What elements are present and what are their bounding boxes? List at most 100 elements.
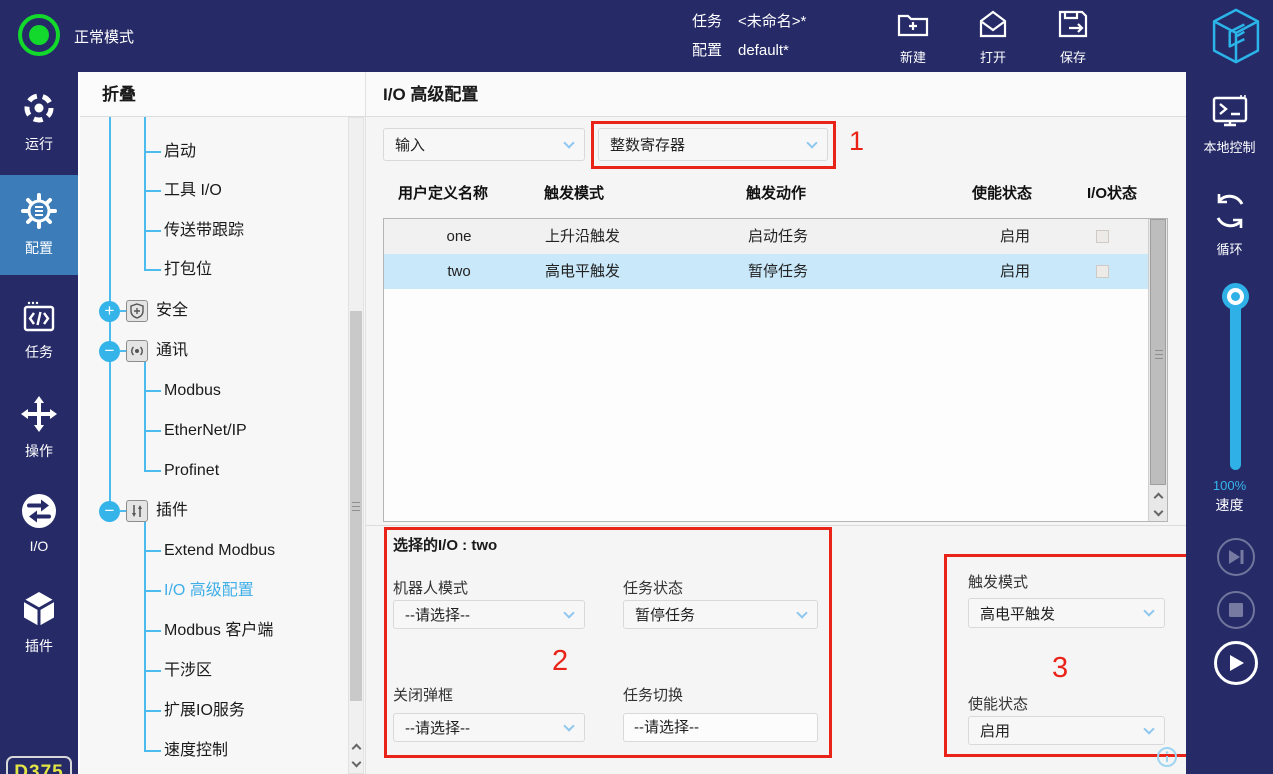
tree-item-profinet[interactable]: Profinet	[164, 460, 219, 482]
table-row[interactable]: one 上升沿触发 启动任务 启用	[384, 219, 1167, 254]
task-state-dropdown[interactable]: 暂停任务	[623, 600, 818, 629]
step-button[interactable]	[1217, 538, 1255, 576]
sliders-icon	[126, 500, 148, 522]
sidebar-item-config[interactable]: 配置	[0, 175, 78, 275]
chevron-down-icon	[1143, 723, 1154, 734]
expand-toggle-plugin[interactable]: −	[99, 501, 120, 522]
enable-state-dropdown[interactable]: 启用	[968, 716, 1165, 745]
tree-line	[144, 390, 161, 392]
tree-item-conveyor[interactable]: 传送带跟踪	[164, 220, 244, 242]
close-popup-label: 关闭弹框	[393, 684, 453, 705]
tree-node-plugin[interactable]: 插件	[156, 500, 188, 522]
sidebar-item-io[interactable]: I/O	[0, 485, 78, 561]
trigger-mode-label: 触发模式	[968, 571, 1028, 592]
tree-line	[144, 362, 146, 472]
table-scroll-down-icon[interactable]	[1151, 504, 1165, 520]
mode-status-icon	[18, 14, 60, 56]
config-label: 配置	[692, 36, 730, 65]
tree-node-safety[interactable]: 安全	[156, 300, 188, 322]
tree-line	[144, 151, 161, 153]
tree-item-extend-io-service[interactable]: 扩展IO服务	[164, 700, 245, 722]
terminal-icon	[1210, 94, 1250, 133]
expand-toggle-comm[interactable]: −	[99, 341, 120, 362]
gear-icon	[20, 192, 58, 233]
close-popup-dropdown[interactable]: --请选择--	[393, 713, 585, 742]
shield-icon	[126, 300, 148, 322]
brand-logo-icon	[1212, 7, 1260, 70]
device-badge: D375	[6, 756, 72, 774]
task-state-label: 任务状态	[623, 577, 683, 598]
save-button[interactable]: 保存	[1039, 8, 1107, 66]
mode-label: 正常模式	[74, 26, 134, 47]
sidebar-item-operate[interactable]: 操作	[0, 390, 78, 466]
chevron-down-icon	[796, 607, 807, 618]
main-content: I/O 高级配置 输入 整数寄存器 1 用户定义名称 触发模式 触发动作 使能状…	[366, 72, 1186, 774]
chevron-down-icon	[1143, 605, 1154, 616]
tree-line	[144, 470, 161, 472]
tree-node-comm[interactable]: 通讯	[156, 340, 188, 362]
move-arrows-icon	[20, 395, 58, 436]
chevron-down-icon	[563, 720, 574, 731]
col-header-trigger-action: 触发动作	[746, 182, 806, 203]
tree-item-interference-zone[interactable]: 干涉区	[164, 660, 212, 682]
tree-item-extend-modbus[interactable]: Extend Modbus	[164, 540, 275, 562]
page-title: I/O 高级配置	[366, 72, 1186, 117]
open-button[interactable]: 打开	[959, 8, 1027, 66]
tree-line	[144, 750, 161, 752]
io-state-checkbox[interactable]	[1096, 230, 1109, 243]
tree-scroll-up-icon[interactable]	[349, 738, 363, 754]
info-icon[interactable]	[1156, 746, 1178, 768]
col-header-enable-state: 使能状态	[972, 182, 1032, 203]
speed-percent: 100%	[1186, 478, 1273, 493]
table-scrollbar-thumb[interactable]	[1150, 219, 1166, 485]
chevron-down-icon	[563, 607, 574, 618]
local-control-button[interactable]: 本地控制	[1186, 94, 1273, 156]
sidebar-item-task[interactable]: 任务	[0, 293, 78, 369]
tree-item-modbus[interactable]: Modbus	[164, 380, 221, 402]
trigger-mode-dropdown[interactable]: 高电平触发	[968, 598, 1165, 628]
stop-button[interactable]	[1217, 591, 1255, 629]
table-scroll-up-icon[interactable]	[1151, 487, 1165, 503]
tree-item-speed-control[interactable]: 速度控制	[164, 740, 228, 762]
tree-line	[144, 550, 161, 552]
config-tree: 启动 工具 I/O 传送带跟踪 打包位 + 安全 − 通讯 Modbus Eth…	[80, 117, 365, 774]
tree-item-modbus-client[interactable]: Modbus 客户端	[164, 620, 273, 642]
tree-item-startup[interactable]: 启动	[164, 141, 196, 163]
expand-toggle-safety[interactable]: +	[99, 301, 120, 322]
tree-line	[144, 230, 161, 232]
selected-io-label: 选择的I/O : two	[393, 534, 497, 555]
tree-line	[144, 670, 161, 672]
io-state-checkbox[interactable]	[1096, 265, 1109, 278]
table-row-selected[interactable]: two 高电平触发 暂停任务 启用	[384, 254, 1167, 289]
open-file-icon	[976, 8, 1010, 45]
sidebar-item-run[interactable]: 运行	[0, 86, 78, 158]
tree-item-ethernet[interactable]: EtherNet/IP	[164, 420, 247, 442]
tree-line	[144, 430, 161, 432]
robot-mode-dropdown[interactable]: --请选择--	[393, 600, 585, 629]
loop-button[interactable]: 循环	[1186, 190, 1273, 258]
new-button[interactable]: 新建	[879, 8, 947, 66]
tree-scroll-down-icon[interactable]	[349, 755, 363, 771]
broadcast-icon	[126, 340, 148, 362]
io-direction-dropdown[interactable]: 输入	[383, 128, 585, 161]
tree-item-io-advanced-config[interactable]: I/O 高级配置	[164, 580, 254, 602]
sidebar-item-plugin[interactable]: 插件	[0, 585, 78, 661]
tree-item-pack-position[interactable]: 打包位	[164, 259, 212, 281]
right-sidebar: 本地控制 循环 100% 速度	[1186, 72, 1273, 774]
task-switch-field[interactable]: --请选择--	[623, 713, 818, 742]
collapse-all-button[interactable]: 折叠	[80, 72, 365, 117]
io-sync-icon	[20, 492, 58, 533]
tree-scrollbar-thumb[interactable]	[350, 311, 362, 701]
tree-line	[144, 117, 146, 271]
register-type-dropdown[interactable]: 整数寄存器	[598, 128, 828, 161]
col-header-name: 用户定义名称	[398, 182, 488, 203]
tree-item-tool-io[interactable]: 工具 I/O	[164, 180, 222, 202]
config-name: default*	[738, 36, 789, 65]
play-button[interactable]	[1214, 641, 1258, 685]
config-tree-panel: 折叠 启动 工具 I/O 传送带跟踪 打包位 +	[78, 72, 366, 774]
annotation-number-1: 1	[849, 126, 864, 157]
table-scrollbar	[1148, 219, 1167, 521]
speed-slider-handle[interactable]	[1222, 283, 1249, 310]
speed-slider-track	[1230, 296, 1241, 470]
speed-label: 速度	[1186, 495, 1273, 515]
